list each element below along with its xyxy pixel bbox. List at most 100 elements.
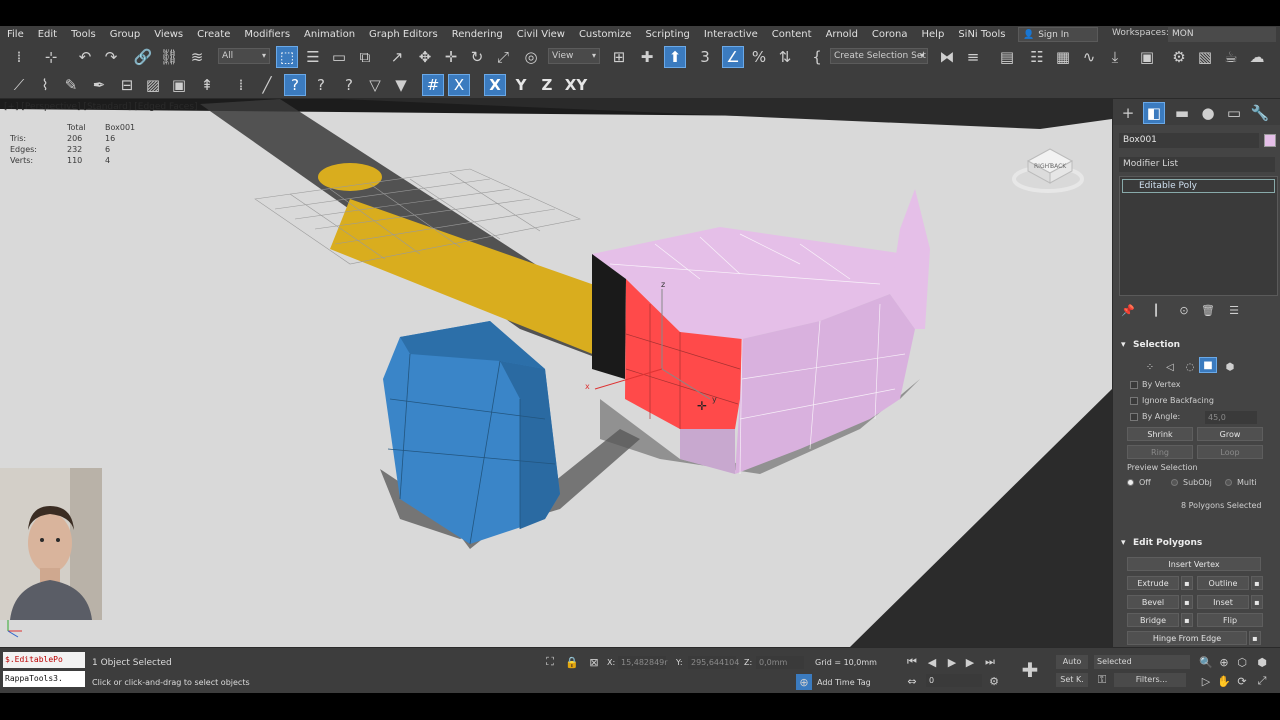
maxscript-listener-output[interactable]: RappaTools3. [3, 671, 85, 687]
menu-rendering[interactable]: Rendering [445, 29, 510, 40]
unlink-icon[interactable]: ⛓ [158, 46, 180, 68]
rectangular-selection-icon[interactable]: ▭ [328, 46, 350, 68]
endpoint-snap-icon[interactable]: ? [338, 74, 360, 96]
midpoint-snap-icon[interactable]: ? [310, 74, 332, 96]
select-by-name-icon[interactable]: ☰ [302, 46, 324, 68]
remove-modifier-icon[interactable]: 🗑 [1197, 299, 1219, 321]
menu-content[interactable]: Content [765, 29, 819, 40]
preview-subobj-radio[interactable] [1171, 479, 1178, 486]
modifier-list-dropdown[interactable]: Modifier List [1119, 157, 1275, 172]
go-to-end-icon[interactable]: ⏭ [982, 654, 998, 670]
inset-settings-icon[interactable]: ▪ [1251, 595, 1263, 609]
selection-rollout-toggle-icon[interactable]: ▾ [1121, 340, 1126, 350]
select-manipulate-icon[interactable]: ✚ [636, 46, 658, 68]
configure-sets-icon[interactable]: ☰ [1223, 299, 1245, 321]
display-tab-icon[interactable]: ▭ [1223, 102, 1245, 124]
menu-edit[interactable]: Edit [31, 29, 64, 40]
named-selection-dropdown[interactable]: Create Selection Set [830, 48, 928, 64]
make-unique-icon[interactable]: ⊙ [1173, 299, 1195, 321]
object-color-swatch[interactable] [1264, 134, 1276, 147]
key-filters-icon[interactable]: ⚿ [1094, 672, 1110, 688]
select-object-icon[interactable]: ⬚ [276, 46, 298, 68]
rotate-icon[interactable]: ↻ [466, 46, 488, 68]
percent-snap-icon[interactable]: % [748, 46, 770, 68]
layer-explorer-icon[interactable]: ▤ [996, 46, 1018, 68]
z-coord-field[interactable]: 0,0mm [756, 656, 804, 669]
hierarchy-tab-icon[interactable]: ▬ [1171, 102, 1193, 124]
select-region-icon[interactable]: ⁞ [8, 46, 30, 68]
zoom-extents-icon[interactable]: ⬡ [1234, 654, 1250, 670]
render-icon[interactable]: ☕ [1220, 46, 1242, 68]
modify-tab-icon[interactable]: ◧ [1143, 102, 1165, 124]
sign-in-dropdown[interactable]: 👤 Sign In [1018, 27, 1098, 42]
angle-snap-icon[interactable]: ∠ [722, 46, 744, 68]
extrude-button[interactable]: Extrude [1127, 576, 1179, 590]
isolate-selection-icon[interactable]: ⛶ [542, 654, 558, 670]
key-mode-icon[interactable]: ⇔ [904, 673, 920, 689]
reference-coordinate-dropdown[interactable]: View [548, 48, 600, 64]
border-mode-icon[interactable]: ◌ [1179, 356, 1201, 378]
lasso-icon[interactable]: ⌇ [34, 74, 56, 96]
move-icon[interactable]: ✥ [414, 46, 436, 68]
set-key-big-icon[interactable]: ✚ [1018, 658, 1042, 682]
select-move-icon[interactable]: ↗ [386, 46, 408, 68]
axis-z-button[interactable]: Z [536, 74, 558, 96]
line-snap-icon[interactable]: ╱ [256, 74, 278, 96]
previous-frame-icon[interactable]: ◀ [924, 654, 940, 670]
undo-icon[interactable]: ↶ [74, 46, 96, 68]
menu-create[interactable]: Create [190, 29, 237, 40]
render-setup-icon[interactable]: ⚙ [1168, 46, 1190, 68]
axis-x-button[interactable]: X [484, 74, 506, 96]
bevel-button[interactable]: Bevel [1127, 595, 1179, 609]
menu-views[interactable]: Views [147, 29, 190, 40]
current-frame-field[interactable]: 0 [926, 674, 982, 687]
zoom-all-icon[interactable]: ⊕ [1216, 654, 1232, 670]
selection-rollout-title[interactable]: Selection [1133, 340, 1180, 350]
menu-interactive[interactable]: Interactive [697, 29, 765, 40]
align-icon[interactable]: ≡ [962, 46, 984, 68]
menu-file[interactable]: File [0, 29, 31, 40]
menu-graph-editors[interactable]: Graph Editors [362, 29, 445, 40]
scale-icon[interactable]: ⤢ [492, 46, 514, 68]
menu-help[interactable]: Help [915, 29, 952, 40]
schematic-view-icon[interactable]: ⤓ [1104, 46, 1126, 68]
time-config-icon[interactable]: ⚙ [986, 673, 1002, 689]
filters-button[interactable]: Filters... [1114, 673, 1186, 687]
menu-tools[interactable]: Tools [64, 29, 103, 40]
add-time-tag-label[interactable]: Add Time Tag [817, 678, 871, 687]
orbit-icon[interactable]: ⟳ [1234, 673, 1250, 689]
motion-tab-icon[interactable]: ● [1197, 102, 1219, 124]
vertex-mode-icon[interactable]: ⁘ [1139, 356, 1161, 378]
edit-polygons-toggle-icon[interactable]: ▾ [1121, 538, 1126, 548]
show-end-result-icon[interactable]: ┃ [1145, 299, 1167, 321]
material-editor-icon[interactable]: ▣ [1136, 46, 1158, 68]
hinge-from-edge-button[interactable]: Hinge From Edge [1127, 631, 1247, 645]
paint-select-icon[interactable]: ✎ [60, 74, 82, 96]
grid-points-icon[interactable]: # [422, 74, 444, 96]
selection-lock-icon[interactable]: 🔒 [564, 654, 580, 670]
selected-key-filter-dropdown[interactable]: Selected [1094, 655, 1190, 669]
viewport-label[interactable]: [+] [Perspective] [Standard] [Edged Face… [4, 102, 198, 112]
bevel-settings-icon[interactable]: ▪ [1181, 595, 1193, 609]
pivot-snap-icon[interactable]: ▼ [390, 74, 412, 96]
axis-xy-button[interactable]: XY [562, 74, 590, 96]
object-name-field[interactable]: Box001 [1119, 133, 1259, 148]
perspective-viewport[interactable]: z y x ✛ RIGHT BACK [+] [Perspective] [St… [0, 99, 1112, 647]
absolute-mode-icon[interactable]: ⊠ [586, 654, 602, 670]
insert-vertex-button[interactable]: Insert Vertex [1127, 557, 1261, 571]
menu-customize[interactable]: Customize [572, 29, 639, 40]
menu-sini-tools[interactable]: SiNi Tools [951, 29, 1012, 40]
curve-editor-icon[interactable]: ∿ [1078, 46, 1100, 68]
menu-group[interactable]: Group [103, 29, 147, 40]
menu-corona[interactable]: Corona [865, 29, 915, 40]
bind-space-warp-icon[interactable]: ≋ [186, 46, 208, 68]
maxscript-listener-input[interactable]: $.EditablePo [3, 652, 85, 668]
flip-button[interactable]: Flip [1197, 613, 1263, 627]
pin-icon[interactable]: ⇞ [196, 74, 218, 96]
edge-mode-icon[interactable]: ◁ [1159, 356, 1181, 378]
bridge-settings-icon[interactable]: ▪ [1181, 613, 1193, 627]
extrude-settings-icon[interactable]: ▪ [1181, 576, 1193, 590]
snap-link-icon[interactable]: ⊹ [40, 46, 62, 68]
hierarchy-icon[interactable]: ⊟ [116, 74, 138, 96]
brush-icon[interactable]: ⟋ [8, 74, 30, 96]
